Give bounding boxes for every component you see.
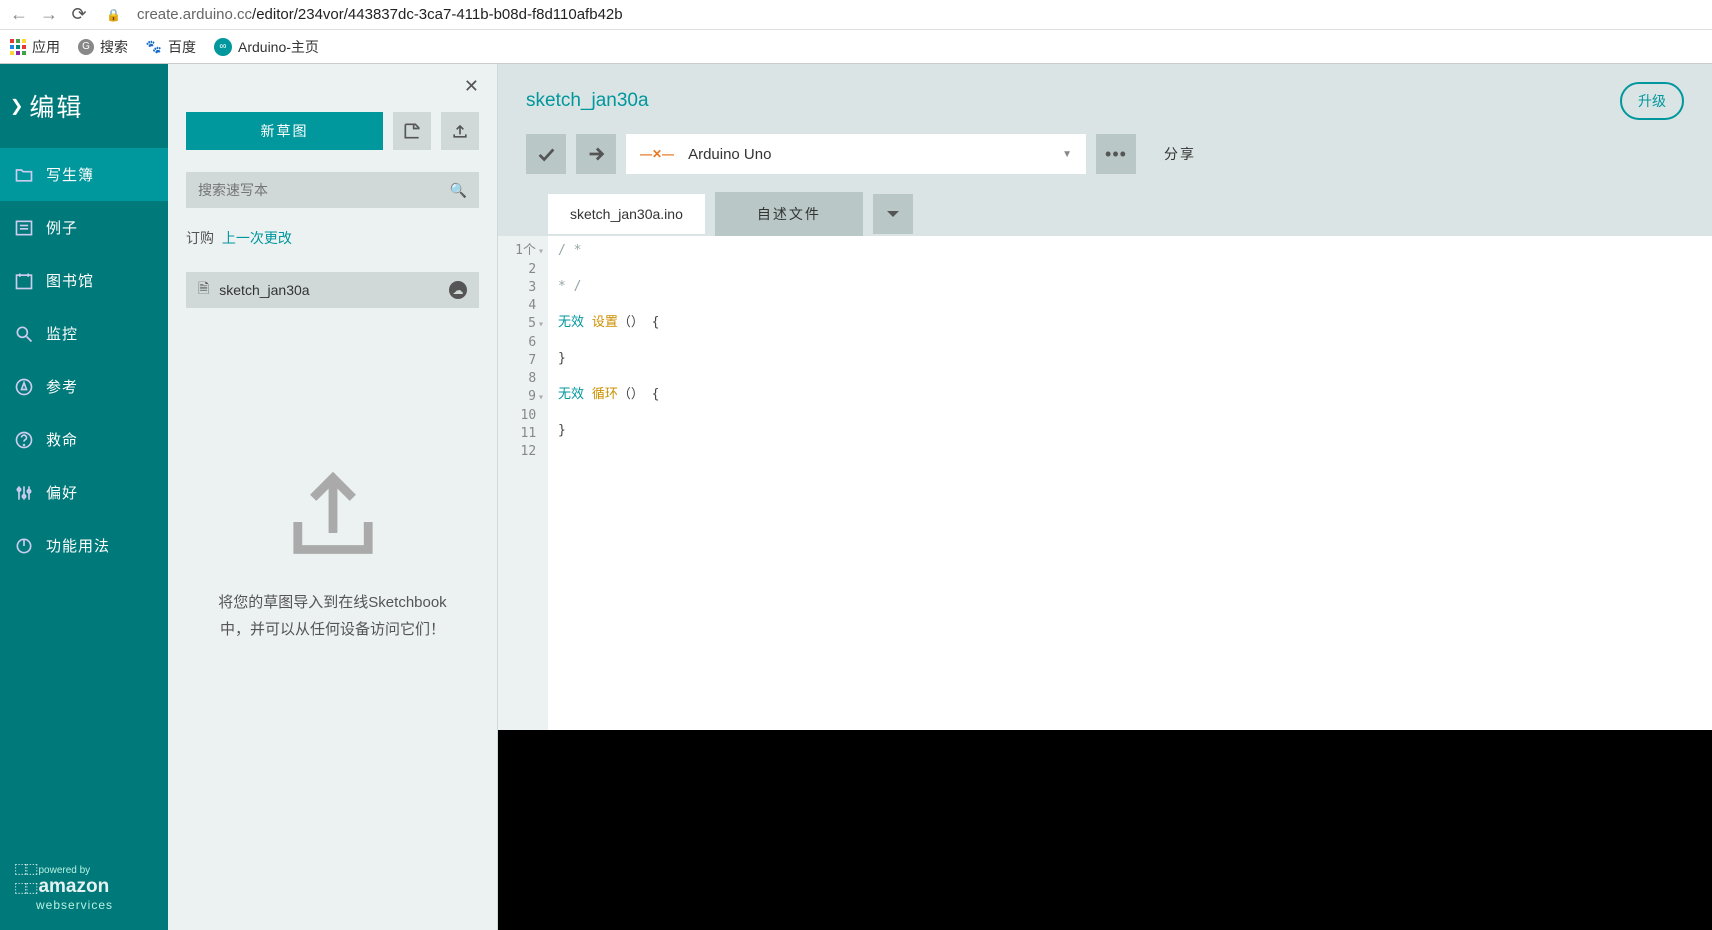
search-sketchbook[interactable]: 🔍 xyxy=(186,172,479,208)
import-button[interactable] xyxy=(393,112,431,150)
sidebar: ❯ 编辑 写生簿 例子 图书馆 监控 参考 xyxy=(0,64,168,930)
line-gutter: 1个▾2 3 4 5▾6 7 8 9▾10 11 12 xyxy=(498,236,548,730)
share-button[interactable]: 分享 xyxy=(1146,134,1214,174)
sidebar-item-label: 图书馆 xyxy=(46,270,94,291)
sidebar-item-label: 监控 xyxy=(46,323,78,344)
verify-button[interactable] xyxy=(526,134,566,174)
board-status-icon: —✕— xyxy=(640,147,674,161)
sidebar-item-help[interactable]: 救命 xyxy=(0,413,168,466)
bookmark-arduino-home[interactable]: ∞ Arduino-主页 xyxy=(214,37,319,57)
sliders-icon xyxy=(14,483,34,503)
cloud-icon: ☁ xyxy=(449,281,467,299)
aws-badge: ⬚⬚powered by ⬚⬚amazon webservices xyxy=(0,848,168,930)
url-bar[interactable]: create.arduino.cc/editor/234vor/443837dc… xyxy=(137,6,623,23)
editor-area: sketch_jan30a 升级 —✕— Arduino Uno ▼ ••• 分… xyxy=(498,64,1712,930)
apps-grid-icon xyxy=(10,39,26,55)
sidebar-item-libraries[interactable]: 图书馆 xyxy=(0,254,168,307)
url-host: create.arduino.cc xyxy=(137,6,252,23)
lock-icon: 🔒 xyxy=(106,8,121,22)
sidebar-item-label: 救命 xyxy=(46,429,78,450)
search-input[interactable] xyxy=(198,182,450,198)
chevron-right-icon: ❯ xyxy=(10,96,25,116)
power-icon xyxy=(14,536,34,556)
help-icon xyxy=(14,430,34,450)
browser-toolbar: ← → ⟳ 🔒 create.arduino.cc/editor/234vor/… xyxy=(0,0,1712,30)
bookmark-search[interactable]: G 搜索 xyxy=(78,37,128,57)
file-icon: 🗎 xyxy=(198,278,209,302)
sketch-name: sketch_jan30a xyxy=(219,282,309,298)
bookmark-label: 百度 xyxy=(168,37,196,57)
sidebar-item-sketchbook[interactable]: 写生簿 xyxy=(0,148,168,201)
output-console xyxy=(498,730,1712,930)
board-name: Arduino Uno xyxy=(688,146,771,163)
globe-icon: G xyxy=(78,39,94,55)
code-editor[interactable]: 1个▾2 3 4 5▾6 7 8 9▾10 11 12 / * * / 无效 设… xyxy=(498,236,1712,730)
sidebar-item-label: 参考 xyxy=(46,376,78,397)
sketch-item[interactable]: 🗎 sketch_jan30a ☁ xyxy=(186,272,479,308)
tab-main-file[interactable]: sketch_jan30a.ino xyxy=(548,194,705,234)
sidebar-item-label: 功能用法 xyxy=(46,535,110,556)
sidebar-item-label: 例子 xyxy=(46,217,78,238)
arduino-icon: ∞ xyxy=(214,38,232,56)
new-sketch-label: 新草图 xyxy=(261,121,309,141)
forward-button[interactable]: → xyxy=(40,4,58,25)
upgrade-button[interactable]: 升级 xyxy=(1620,82,1684,120)
url-path: /editor/234vor/443837dc-3ca7-411b-b08d-f… xyxy=(252,6,623,23)
tab-dropdown-button[interactable] xyxy=(873,194,913,234)
sketchbook-panel: ✕ 新草图 🔍 订购 上一次更改 🗎 sketch_jan30a ☁ xyxy=(168,64,498,930)
board-selector[interactable]: —✕— Arduino Uno ▼ xyxy=(626,134,1086,174)
sketch-title[interactable]: sketch_jan30a xyxy=(526,90,649,112)
monitor-icon xyxy=(14,324,34,344)
ordering-row: 订购 上一次更改 xyxy=(168,208,497,248)
close-icon[interactable]: ✕ xyxy=(464,76,479,97)
order-label: 订购 xyxy=(186,230,214,246)
import-prompt: 将您的草图导入到在线Sketchbook中，并可以从任何设备访问它们！ xyxy=(168,308,497,930)
new-sketch-button[interactable]: 新草图 xyxy=(186,112,383,150)
sidebar-item-preferences[interactable]: 偏好 xyxy=(0,466,168,519)
list-icon xyxy=(14,218,34,238)
sidebar-item-reference[interactable]: 参考 xyxy=(0,360,168,413)
sidebar-item-examples[interactable]: 例子 xyxy=(0,201,168,254)
calendar-icon xyxy=(14,271,34,291)
back-button[interactable]: ← xyxy=(10,4,28,25)
folder-icon xyxy=(14,165,34,185)
search-icon: 🔍 xyxy=(450,182,467,199)
sidebar-item-label: 写生簿 xyxy=(46,164,94,185)
bookmark-baidu[interactable]: 🐾 百度 xyxy=(146,37,196,57)
compass-icon xyxy=(14,377,34,397)
code-content[interactable]: / * * / 无效 设置（） { } 无效 循环（） { } xyxy=(548,236,1712,730)
baidu-icon: 🐾 xyxy=(146,39,162,55)
bookmark-label: Arduino-主页 xyxy=(238,37,319,57)
tab-readme[interactable]: 自述文件 xyxy=(715,192,863,236)
sidebar-item-features[interactable]: 功能用法 xyxy=(0,519,168,572)
chevron-down-icon: ▼ xyxy=(1062,149,1072,160)
order-link[interactable]: 上一次更改 xyxy=(222,230,292,246)
upload-button[interactable] xyxy=(441,112,479,150)
upload-icon xyxy=(278,456,388,569)
apps-button[interactable]: 应用 xyxy=(10,37,60,57)
edit-label: 编辑 xyxy=(29,88,83,124)
reload-button[interactable]: ⟳ xyxy=(70,4,88,25)
more-menu-button[interactable]: ••• xyxy=(1096,134,1136,174)
sidebar-item-label: 偏好 xyxy=(46,482,78,503)
edit-menu[interactable]: ❯ 编辑 xyxy=(0,64,168,148)
bookmarks-bar: 应用 G 搜索 🐾 百度 ∞ Arduino-主页 xyxy=(0,30,1712,64)
sidebar-item-monitor[interactable]: 监控 xyxy=(0,307,168,360)
bookmark-label: 搜索 xyxy=(100,37,128,57)
upload-sketch-button[interactable] xyxy=(576,134,616,174)
bookmark-label: 应用 xyxy=(32,37,60,57)
import-prompt-text: 将您的草图导入到在线Sketchbook中，并可以从任何设备访问它们！ xyxy=(208,589,457,643)
